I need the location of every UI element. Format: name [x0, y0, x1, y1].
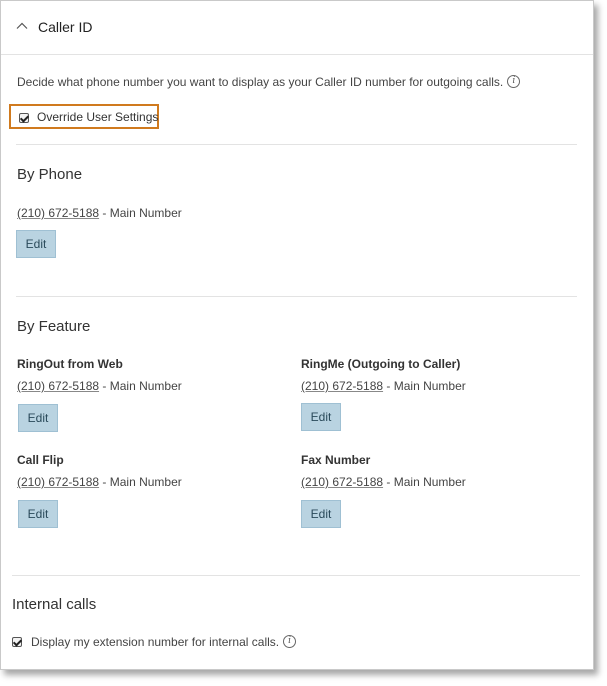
divider	[12, 575, 580, 576]
feature-callflip-title: Call Flip	[17, 453, 64, 467]
info-icon[interactable]: i	[283, 635, 297, 649]
info-icon[interactable]: i	[507, 75, 521, 89]
section-header[interactable]: Caller ID	[1, 1, 593, 55]
caller-id-description: Decide what phone number you want to dis…	[17, 75, 521, 89]
phone-number-link[interactable]: (210) 672-5188	[301, 379, 383, 393]
section-title: Caller ID	[38, 19, 93, 35]
phone-number-link[interactable]: (210) 672-5188	[301, 475, 383, 489]
feature-callflip-edit-button[interactable]: Edit	[18, 500, 58, 528]
by-phone-number: (210) 672-5188 - Main Number	[17, 206, 182, 220]
internal-extension-checkbox[interactable]	[12, 637, 22, 647]
by-feature-title: By Feature	[17, 318, 91, 335]
feature-fax-title: Fax Number	[301, 453, 371, 467]
override-highlight: Override User Settings	[9, 104, 159, 129]
number-suffix: - Main Number	[99, 206, 182, 220]
phone-number-link[interactable]: (210) 672-5188	[17, 206, 99, 220]
feature-ringout-edit-button[interactable]: Edit	[18, 404, 58, 432]
feature-ringme-edit-button[interactable]: Edit	[301, 403, 341, 431]
divider	[16, 296, 577, 297]
feature-callflip-number: (210) 672-5188 - Main Number	[17, 475, 182, 489]
description-text: Decide what phone number you want to dis…	[17, 75, 504, 89]
phone-number-link[interactable]: (210) 672-5188	[17, 475, 99, 489]
override-checkbox[interactable]	[19, 113, 29, 123]
feature-fax-edit-button[interactable]: Edit	[301, 500, 341, 528]
caller-id-panel: Caller ID Decide what phone number you w…	[0, 0, 594, 670]
internal-extension-label: Display my extension number for internal…	[31, 635, 297, 649]
feature-ringme-title: RingMe (Outgoing to Caller)	[301, 357, 461, 371]
feature-ringout-number: (210) 672-5188 - Main Number	[17, 379, 182, 393]
by-phone-edit-button[interactable]: Edit	[16, 230, 56, 258]
by-phone-title: By Phone	[17, 166, 83, 183]
number-suffix: - Main Number	[99, 379, 182, 393]
phone-number-link[interactable]: (210) 672-5188	[17, 379, 99, 393]
feature-fax-number: (210) 672-5188 - Main Number	[301, 475, 466, 489]
chevron-up-icon[interactable]	[16, 20, 28, 32]
override-label[interactable]: Override User Settings	[37, 110, 158, 124]
number-suffix: - Main Number	[99, 475, 182, 489]
internal-extension-text[interactable]: Display my extension number for internal…	[31, 635, 279, 649]
number-suffix: - Main Number	[383, 475, 466, 489]
internal-calls-title: Internal calls	[12, 596, 97, 613]
feature-ringme-number: (210) 672-5188 - Main Number	[301, 379, 466, 393]
feature-ringout-title: RingOut from Web	[17, 357, 123, 371]
number-suffix: - Main Number	[383, 379, 466, 393]
divider	[16, 144, 577, 145]
